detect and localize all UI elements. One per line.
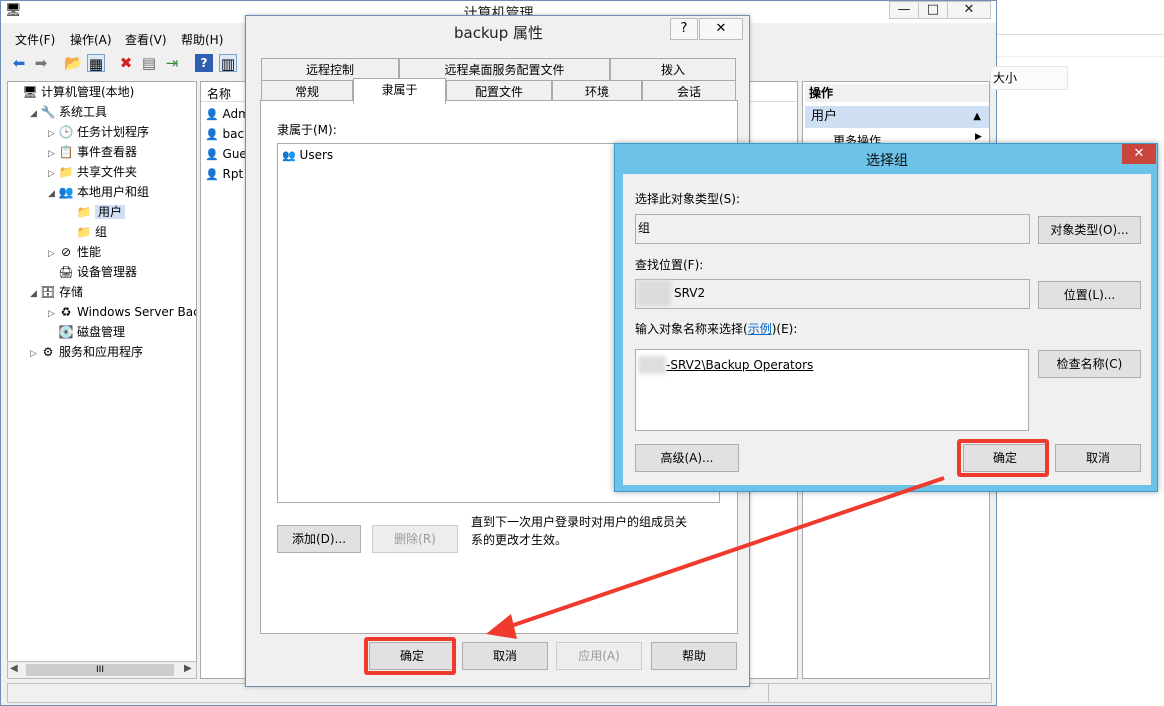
arrow-line [507,476,945,629]
tab-member-of[interactable]: 隶属于 [353,78,446,104]
annotation-arrow [486,476,945,639]
arrow-head [486,614,517,639]
